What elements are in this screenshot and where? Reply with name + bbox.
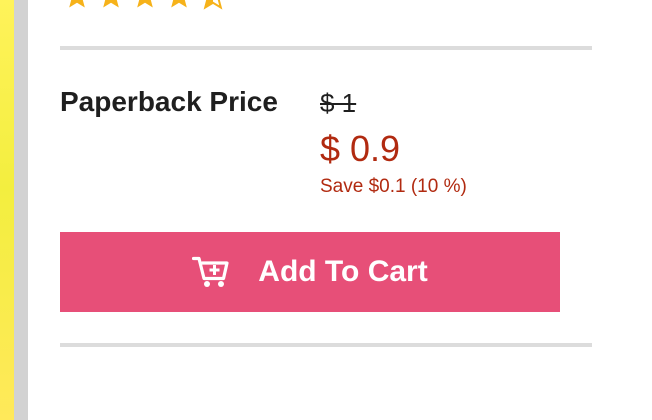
star-half-icon xyxy=(203,0,223,10)
left-yellow-stripe xyxy=(0,0,14,420)
sale-price: $ 0.9 xyxy=(320,128,401,169)
rating-stars xyxy=(62,0,228,12)
top-divider xyxy=(60,46,592,50)
star-icon xyxy=(137,0,153,8)
discount-text: Save $0.1 (10 %) xyxy=(320,176,467,197)
star-icon xyxy=(69,0,85,8)
cart-plus-icon xyxy=(192,256,229,287)
add-to-cart-label: Add To Cart xyxy=(258,255,428,288)
price-label: Paperback Price xyxy=(60,86,278,117)
original-price: $ 1 xyxy=(320,88,357,118)
star-icon xyxy=(171,0,187,8)
bottom-divider xyxy=(60,343,592,347)
left-gray-stripe xyxy=(14,0,28,420)
star-icon xyxy=(103,0,119,8)
add-to-cart-button[interactable]: Add To Cart xyxy=(60,232,560,312)
